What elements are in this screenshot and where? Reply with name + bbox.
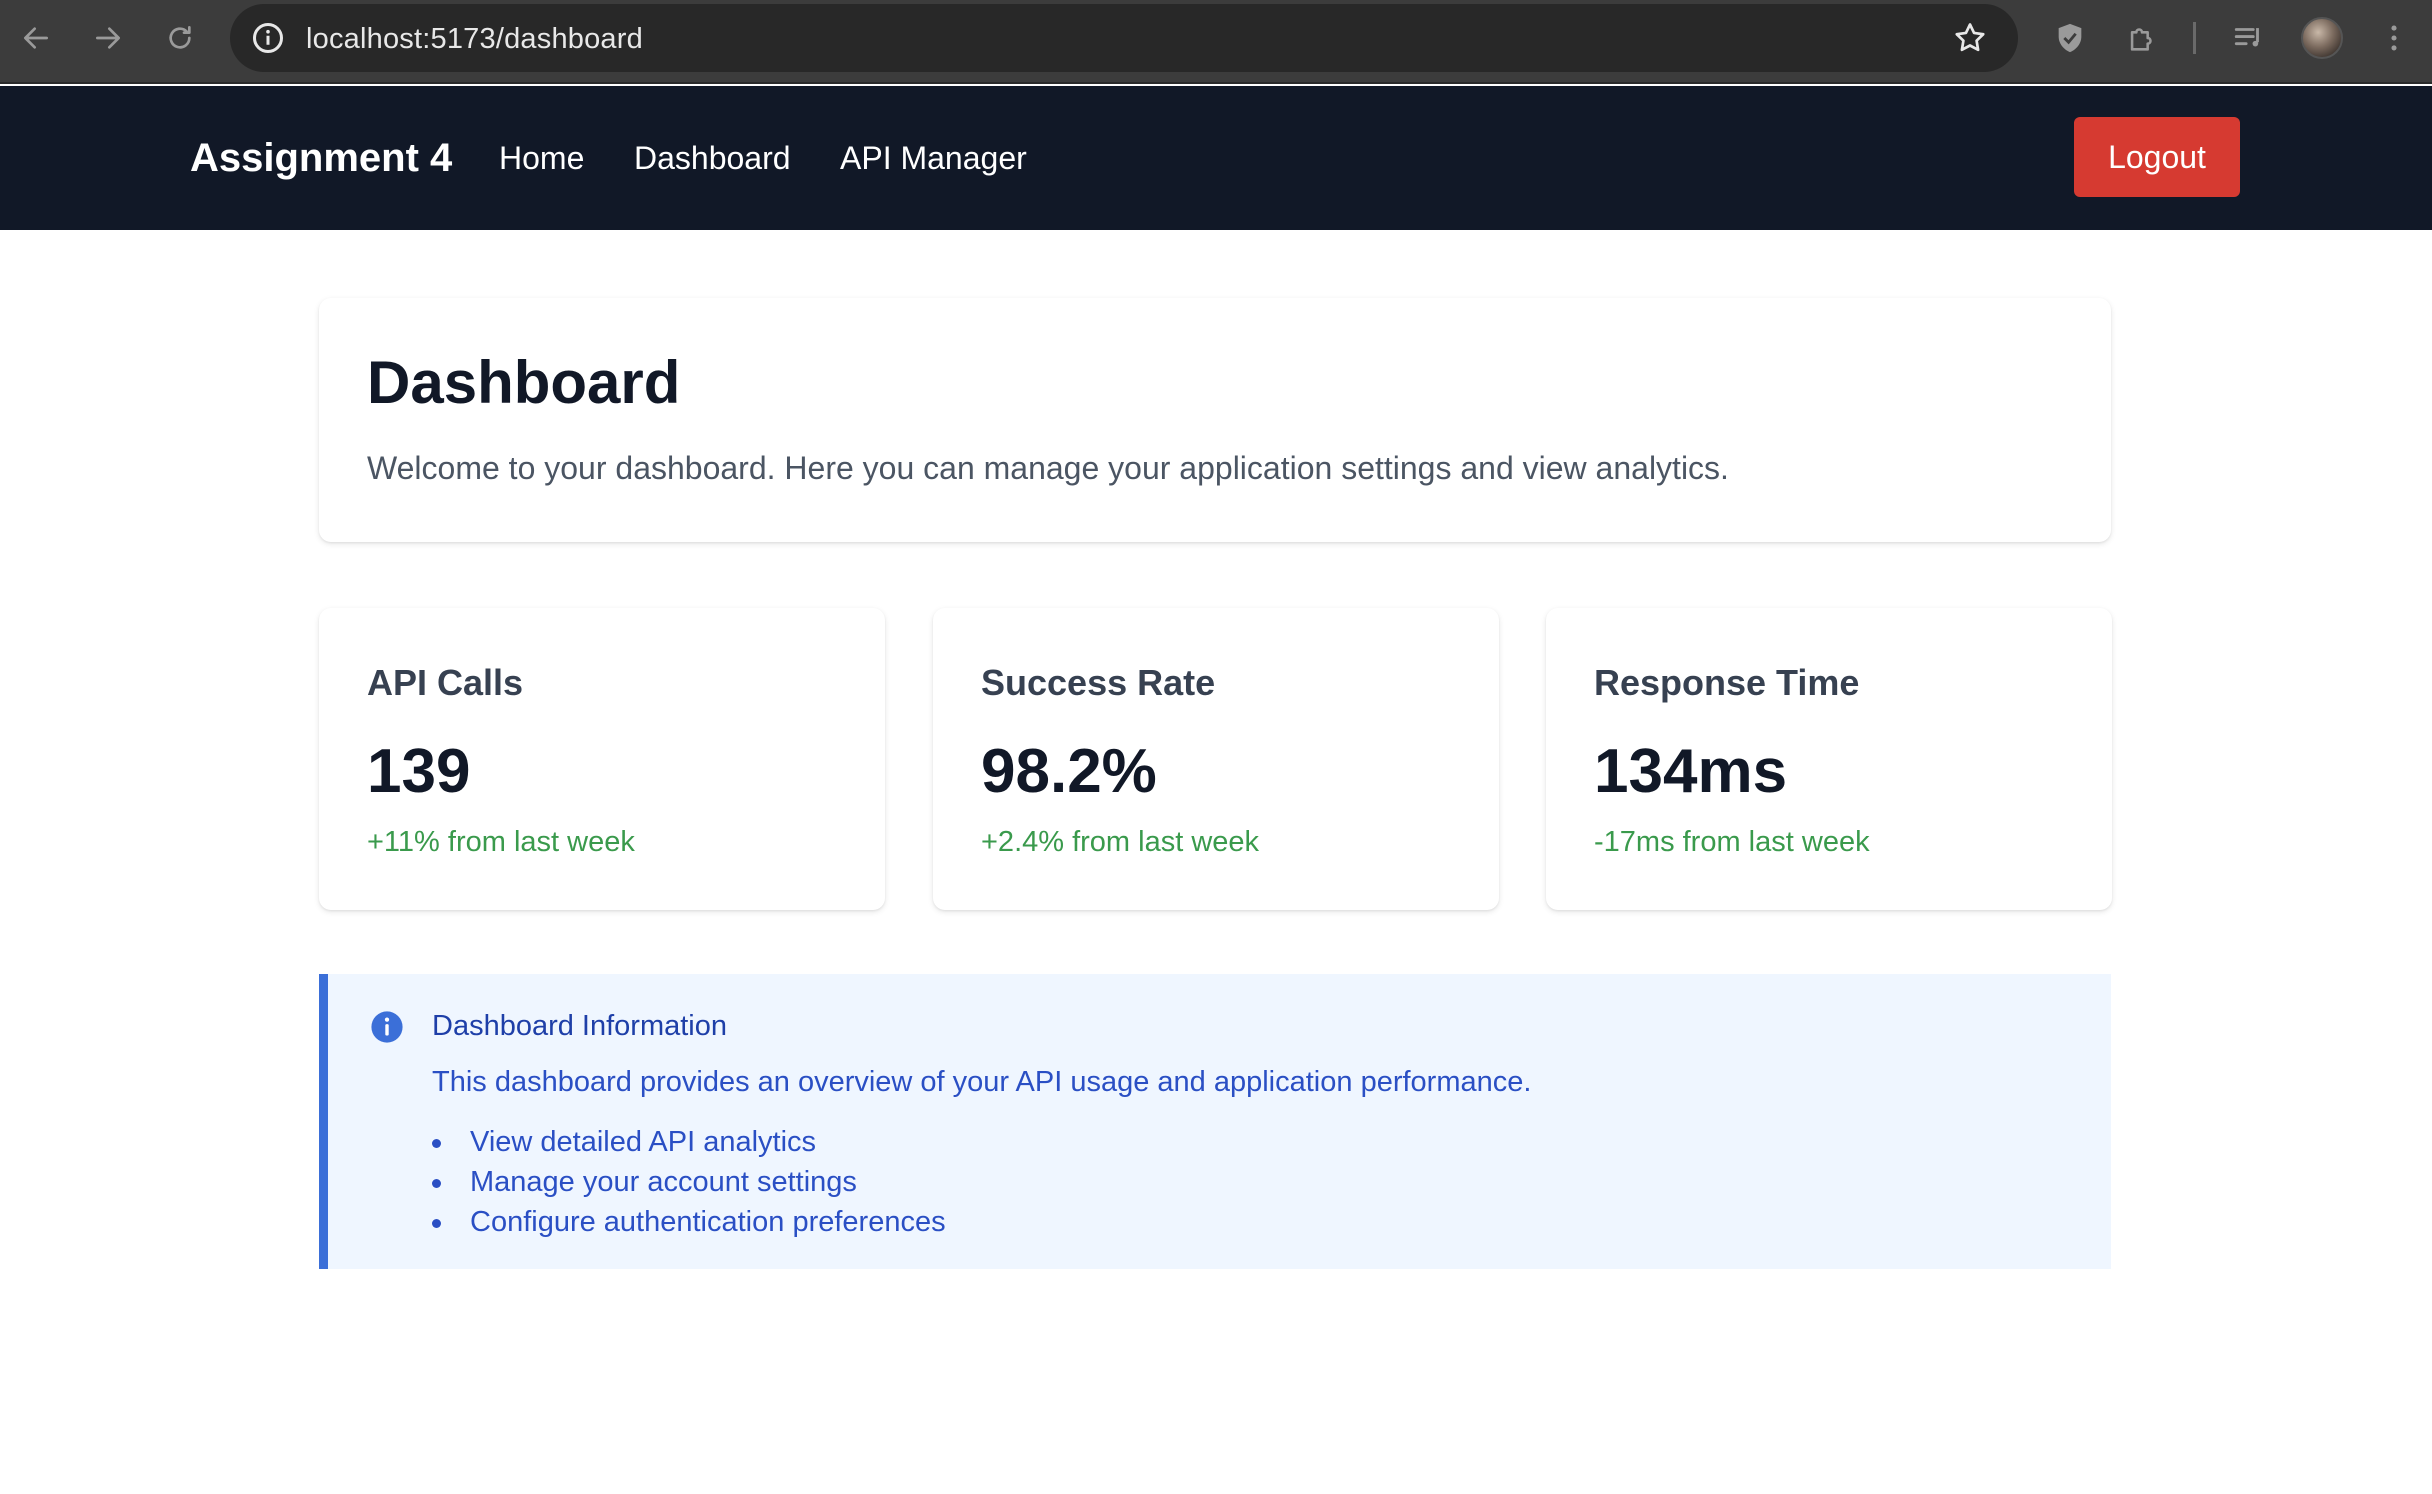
stat-delta: +11% from last week — [367, 826, 635, 858]
brand-title[interactable]: Assignment 4 — [190, 136, 452, 181]
list-item: View detailed API analytics — [432, 1122, 946, 1162]
info-icon — [371, 1011, 403, 1043]
stat-value: 134ms — [1594, 737, 1788, 806]
dashboard-header-card: Dashboard Welcome to your dashboard. Her… — [319, 298, 2111, 542]
toolbar-separator — [2193, 22, 2196, 54]
address-bar[interactable]: localhost:5173/dashboard — [230, 4, 2018, 72]
profile-avatar[interactable] — [2301, 17, 2343, 59]
media-queue-icon[interactable] — [2229, 18, 2269, 58]
kebab-menu-icon[interactable] — [2374, 18, 2414, 58]
stat-delta: +2.4% from last week — [981, 826, 1260, 858]
nav-link-api-manager[interactable]: API Manager — [840, 140, 1027, 177]
nav-link-dashboard[interactable]: Dashboard — [634, 140, 791, 177]
stat-label: Response Time — [1594, 662, 1860, 703]
stat-card-success-rate: Success Rate 98.2% +2.4% from last week — [933, 608, 1499, 910]
stat-card-response-time: Response Time 134ms -17ms from last week — [1546, 608, 2112, 910]
nav-link-home[interactable]: Home — [499, 140, 584, 177]
puzzle-extensions-icon[interactable] — [2122, 18, 2162, 58]
url-text[interactable]: localhost:5173/dashboard — [306, 23, 643, 56]
info-list: View detailed API analytics Manage your … — [432, 1122, 946, 1242]
bookmark-star-icon[interactable] — [1952, 20, 1988, 56]
info-title: Dashboard Information — [432, 1010, 727, 1042]
info-description: This dashboard provides an overview of y… — [432, 1066, 1532, 1098]
stat-label: API Calls — [367, 662, 524, 703]
site-info-icon[interactable] — [250, 20, 286, 56]
stat-value: 139 — [367, 737, 471, 806]
shield-extension-icon[interactable] — [2050, 18, 2090, 58]
stat-label: Success Rate — [981, 662, 1216, 703]
page-title: Dashboard — [367, 349, 681, 416]
browser-toolbar: localhost:5173/dashboard — [0, 0, 2432, 84]
back-arrow-icon[interactable] — [16, 18, 56, 58]
page-subtitle: Welcome to your dashboard. Here you can … — [367, 450, 1729, 486]
app-navbar: Assignment 4 Home Dashboard API Manager … — [0, 86, 2432, 230]
stat-card-api-calls: API Calls 139 +11% from last week — [319, 608, 885, 910]
list-item: Configure authentication preferences — [432, 1202, 946, 1242]
dashboard-info-callout: Dashboard Information This dashboard pro… — [319, 974, 2111, 1269]
forward-arrow-icon[interactable] — [88, 18, 128, 58]
logout-button[interactable]: Logout — [2074, 117, 2240, 197]
list-item: Manage your account settings — [432, 1162, 946, 1202]
stat-delta: -17ms from last week — [1594, 826, 1870, 858]
reload-icon[interactable] — [160, 18, 200, 58]
stat-value: 98.2% — [981, 737, 1157, 806]
